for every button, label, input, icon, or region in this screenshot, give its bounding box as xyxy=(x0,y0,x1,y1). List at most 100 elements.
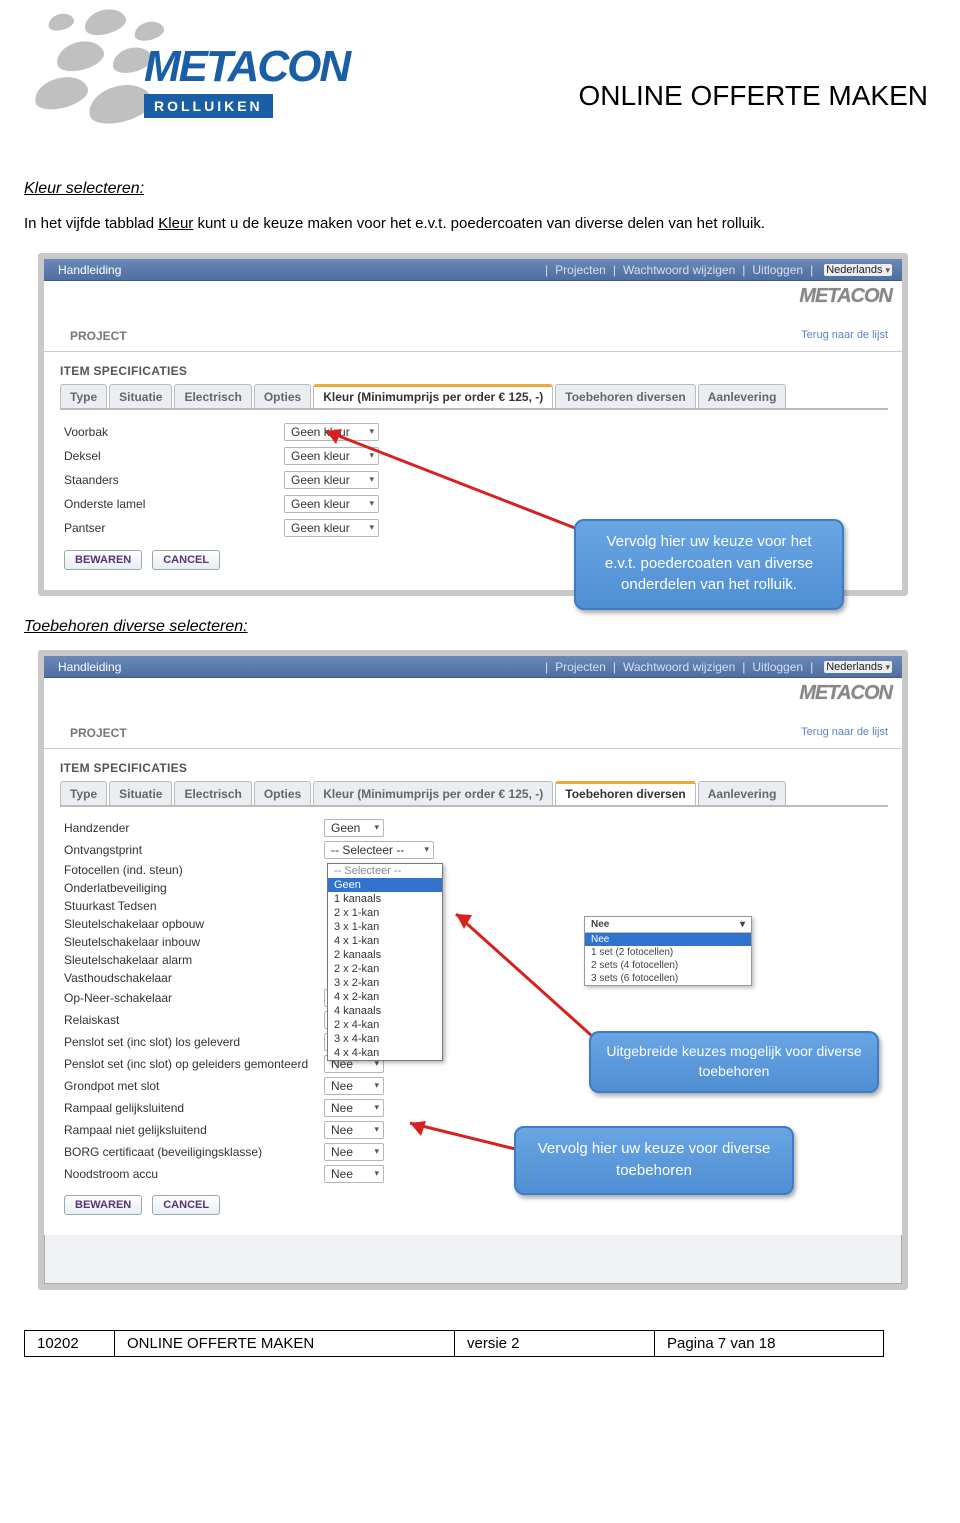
app-logo-text: METACON xyxy=(799,285,892,308)
callout-kleur: Vervolg hier uw keuze voor het e.v.t. po… xyxy=(574,519,844,610)
cancel-button[interactable]: CANCEL xyxy=(152,1195,220,1215)
tab-situatie[interactable]: Situatie xyxy=(109,384,172,408)
nav-projecten[interactable]: Projecten xyxy=(553,660,608,674)
row-rampaal-gelijksluitend: Rampaal gelijksluitendNee xyxy=(60,1097,888,1119)
dd-open-option[interactable]: 2 kanaals xyxy=(328,948,442,962)
row-sleutelschakelaar-inbouw: Sleutelschakelaar inbouw xyxy=(60,933,888,951)
row-label: Penslot set (inc slot) op geleiders gemo… xyxy=(64,1057,324,1071)
tab-kleur-minimumprijs-per-order-125[interactable]: Kleur (Minimumprijs per order € 125, -) xyxy=(313,384,553,408)
section-heading-toebehoren: Toebehoren diverse selecteren: xyxy=(24,618,928,636)
dropdown-deksel[interactable]: Geen kleur xyxy=(284,447,379,465)
tabs-toebehoren: TypeSituatieElectrischOptiesKleur (Minim… xyxy=(60,781,888,807)
tab-aanlevering[interactable]: Aanlevering xyxy=(698,384,787,408)
row-relaiskast: RelaiskastNee xyxy=(60,1009,888,1031)
nav-handleiding[interactable]: Handleiding xyxy=(58,263,121,277)
row-label: Op-Neer-schakelaar xyxy=(64,991,324,1005)
callout-vervolg-text: Vervolg hier uw keuze voor diverse toebe… xyxy=(538,1140,771,1179)
dropdown-onderste-lamel[interactable]: Geen kleur xyxy=(284,495,379,513)
topbar-links: | Projecten | Wachtwoord wijzigen | Uitl… xyxy=(543,263,892,277)
dropdown-rampaal-niet-gelijksluitend[interactable]: Nee xyxy=(324,1121,384,1139)
tab-opties[interactable]: Opties xyxy=(254,781,311,805)
mini-row-option[interactable]: 3 sets (6 fotocellen) xyxy=(585,972,751,985)
tab-toebehoren-diversen[interactable]: Toebehoren diversen xyxy=(555,384,695,408)
paragraph-pre: In het vijfde tabblad xyxy=(24,215,158,232)
tab-kleur-minimumprijs-per-order-125[interactable]: Kleur (Minimumprijs per order € 125, -) xyxy=(313,781,553,805)
dd-open-option[interactable]: 3 x 2-kan xyxy=(328,976,442,990)
dd-open-option[interactable]: 4 x 4-kan xyxy=(328,1046,442,1060)
tab-type[interactable]: Type xyxy=(60,384,107,408)
row-label: Sleutelschakelaar inbouw xyxy=(64,935,324,949)
mini-row-option[interactable]: 2 sets (4 fotocellen) xyxy=(585,959,751,972)
topbar-links: | Projecten | Wachtwoord wijzigen | Uitl… xyxy=(543,660,892,674)
dd-open-selected[interactable]: Geen xyxy=(328,878,442,892)
nav-projecten[interactable]: Projecten xyxy=(553,263,608,277)
logo-brand: METACON xyxy=(144,42,349,92)
nav-uitloggen[interactable]: Uitloggen xyxy=(750,263,805,277)
back-link[interactable]: Terug naar de lijst xyxy=(801,726,888,740)
nav-handleiding[interactable]: Handleiding xyxy=(58,660,121,674)
dd-open-option[interactable]: 3 x 1-kan xyxy=(328,920,442,934)
dd-open-option[interactable]: 4 kanaals xyxy=(328,1004,442,1018)
row-op-neer-schakelaar: Op-Neer-schakelaarGeen xyxy=(60,987,888,1009)
tab-situatie[interactable]: Situatie xyxy=(109,781,172,805)
project-label: PROJECT xyxy=(70,329,127,343)
dd-open-option[interactable]: 1 kanaals xyxy=(328,892,442,906)
dropdown-handzender[interactable]: Geen xyxy=(324,819,384,837)
callout-uitgebreide: Uitgebreide keuzes mogelijk voor diverse… xyxy=(589,1031,879,1094)
mini-popup-header: Nee xyxy=(591,919,609,930)
page-title: ONLINE OFFERTE MAKEN xyxy=(578,80,928,112)
mini-row-option[interactable]: 1 set (2 fotocellen) xyxy=(585,946,751,959)
cancel-button[interactable]: CANCEL xyxy=(152,550,220,570)
item-spec-title: ITEM SPECIFICATIES xyxy=(60,364,888,378)
dropdown-pantser[interactable]: Geen kleur xyxy=(284,519,379,537)
app-logo-text: METACON xyxy=(799,682,892,705)
row-label: Fotocellen (ind. steun) xyxy=(64,863,324,877)
dropdown-ontvangstprint[interactable]: -- Selecteer -- xyxy=(324,841,434,859)
language-select[interactable]: Nederlands xyxy=(824,264,892,276)
app-logo-small: METACON xyxy=(44,678,902,724)
dd-open-option[interactable]: 3 x 4-kan xyxy=(328,1032,442,1046)
row-stuurkast-tedsen: Stuurkast Tedsen xyxy=(60,897,888,915)
dropdown-rampaal-gelijksluitend[interactable]: Nee xyxy=(324,1099,384,1117)
tab-type[interactable]: Type xyxy=(60,781,107,805)
dd-open-option[interactable]: 2 x 4-kan xyxy=(328,1018,442,1032)
tab-electrisch[interactable]: Electrisch xyxy=(174,384,251,408)
dd-open-option[interactable]: 4 x 1-kan xyxy=(328,934,442,948)
dropdown-noodstroom-accu[interactable]: Nee xyxy=(324,1165,384,1183)
dd-open-option[interactable]: 4 x 2-kan xyxy=(328,990,442,1004)
tab-toebehoren-diversen[interactable]: Toebehoren diversen xyxy=(555,781,695,805)
mini-popup-fotocellen[interactable]: Nee ▾ Nee1 set (2 fotocellen)2 sets (4 f… xyxy=(584,916,752,986)
dropdown-borg-certificaat-beveiligingsklasse-[interactable]: Nee xyxy=(324,1143,384,1161)
dd-open-option[interactable]: 2 x 1-kan xyxy=(328,906,442,920)
dd-open-option[interactable]: 2 x 2-kan xyxy=(328,962,442,976)
nav-wachtwoord[interactable]: Wachtwoord wijzigen xyxy=(621,263,737,277)
row-label: Stuurkast Tedsen xyxy=(64,899,324,913)
row-label: Relaiskast xyxy=(64,1013,324,1027)
dropdown-open-handzender[interactable]: -- Selecteer --Geen1 kanaals2 x 1-kan3 x… xyxy=(327,863,443,1061)
mini-row-selected[interactable]: Nee xyxy=(585,933,751,946)
tab-aanlevering[interactable]: Aanlevering xyxy=(698,781,787,805)
footer-page: Pagina 7 van 18 xyxy=(655,1330,884,1356)
tab-electrisch[interactable]: Electrisch xyxy=(174,781,251,805)
nav-uitloggen[interactable]: Uitloggen xyxy=(750,660,805,674)
item-spec-title: ITEM SPECIFICATIES xyxy=(60,761,888,775)
intro-paragraph: In het vijfde tabblad Kleur kunt u de ke… xyxy=(24,213,924,235)
row-label: Pantser xyxy=(64,521,284,535)
app-topbar: Handleiding | Projecten | Wachtwoord wij… xyxy=(44,259,902,281)
row-label: Vasthoudschakelaar xyxy=(64,971,324,985)
row-label: Sleutelschakelaar opbouw xyxy=(64,917,324,931)
back-link[interactable]: Terug naar de lijst xyxy=(801,329,888,343)
paragraph-post: kunt u de keuze maken voor het e.v.t. po… xyxy=(193,215,765,232)
nav-wachtwoord[interactable]: Wachtwoord wijzigen xyxy=(621,660,737,674)
dropdown-voorbak[interactable]: Geen kleur xyxy=(284,423,379,441)
dropdown-grondpot-met-slot[interactable]: Nee xyxy=(324,1077,384,1095)
app-topbar: Handleiding | Projecten | Wachtwoord wij… xyxy=(44,656,902,678)
row-label: Rampaal niet gelijksluitend xyxy=(64,1123,324,1137)
save-button[interactable]: BEWAREN xyxy=(64,1195,142,1215)
row-sleutelschakelaar-opbouw: Sleutelschakelaar opbouw xyxy=(60,915,888,933)
tab-opties[interactable]: Opties xyxy=(254,384,311,408)
language-select[interactable]: Nederlands xyxy=(824,661,892,673)
dropdown-staanders[interactable]: Geen kleur xyxy=(284,471,379,489)
company-logo: METACON ROLLUIKEN xyxy=(24,8,394,168)
save-button[interactable]: BEWAREN xyxy=(64,550,142,570)
